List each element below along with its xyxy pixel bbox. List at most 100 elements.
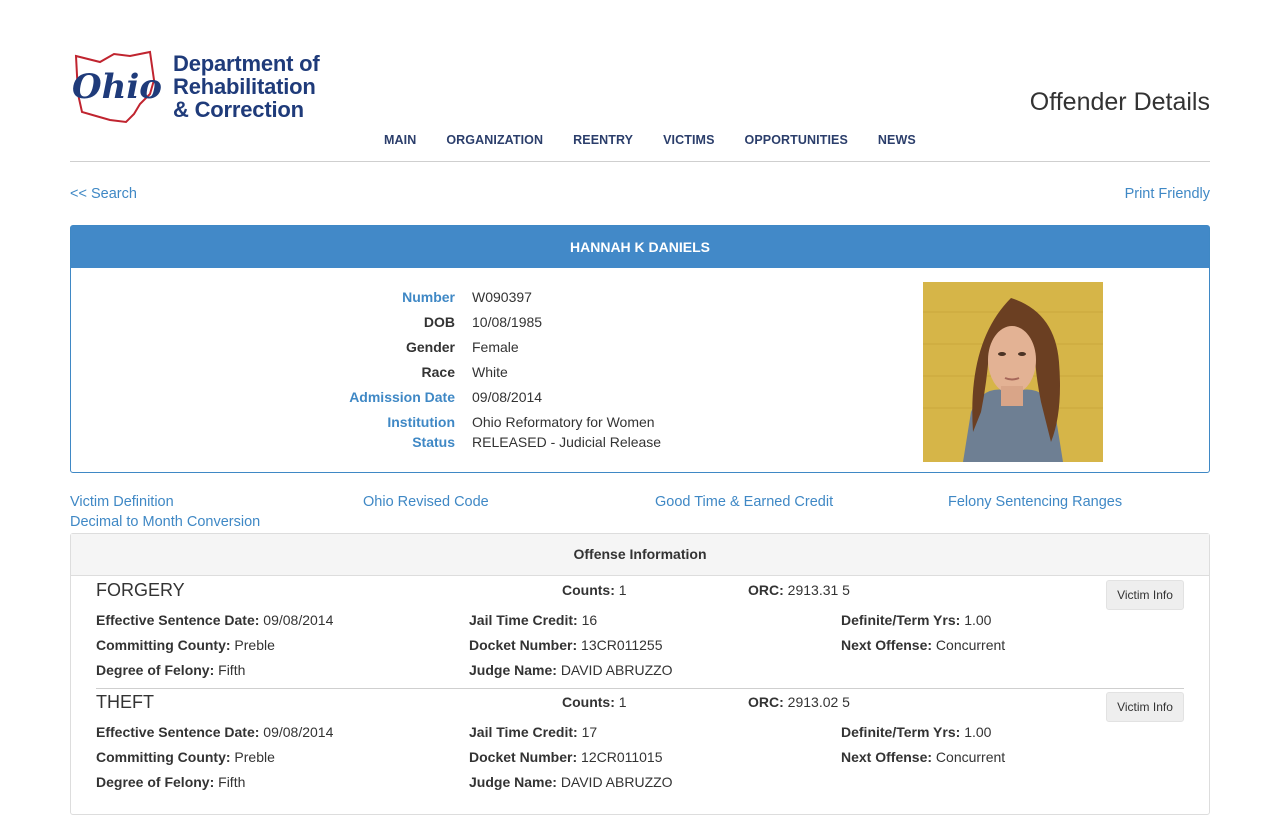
felony-sentencing-link[interactable]: Felony Sentencing Ranges	[948, 494, 1122, 510]
status-value: RELEASED - Judicial Release	[472, 434, 662, 450]
admission-date-label[interactable]: Admission Date	[255, 389, 455, 405]
institution-value: Ohio Reformatory for Women	[472, 414, 655, 430]
offense-divider	[96, 688, 1184, 689]
nav-reentry[interactable]: REENTRY	[573, 133, 633, 147]
next-offense-field: Next Offense: Concurrent	[841, 749, 1005, 765]
main-nav: MAIN ORGANIZATION REENTRY VICTIMS OPPORT…	[384, 133, 916, 147]
ohio-state-outline-icon: Ohio	[72, 50, 162, 124]
effective-date-label: Effective Sentence Date:	[96, 612, 260, 628]
offense-name: THEFT	[96, 692, 154, 712]
effective-date-value: 09/08/2014	[263, 724, 334, 740]
definite-term-label: Definite/Term Yrs:	[841, 612, 961, 628]
svg-text:Ohio: Ohio	[72, 67, 162, 107]
degree-field: Degree of Felony: Fifth	[96, 774, 245, 790]
docket-label: Docket Number:	[469, 749, 578, 765]
docket-field: Docket Number: 12CR011015	[469, 749, 663, 765]
gender-value: Female	[472, 339, 519, 355]
dob-label: DOB	[423, 314, 455, 330]
degree-label: Degree of Felony:	[96, 662, 215, 678]
offender-photo	[923, 282, 1103, 462]
logo-line-2: Rehabilitation	[173, 74, 316, 99]
counts-field: Counts: 1	[562, 582, 627, 598]
decimal-conversion-link[interactable]: Decimal to Month Conversion	[70, 514, 260, 530]
nav-opportunities[interactable]: OPPORTUNITIES	[745, 133, 848, 147]
logo-line-1: Department of	[173, 51, 320, 76]
next-offense-value: Concurrent	[935, 637, 1006, 653]
orc-value: 2913.31 5	[787, 582, 850, 598]
jail-credit-value: 17	[581, 724, 598, 740]
effective-date-value: 09/08/2014	[263, 612, 334, 628]
judge-label: Judge Name:	[469, 662, 557, 678]
logo-line-3: & Correction	[173, 97, 304, 122]
nav-main[interactable]: MAIN	[384, 133, 416, 147]
county-field: Committing County: Preble	[96, 637, 275, 653]
offense-name: FORGERY	[96, 580, 185, 600]
victim-info-button[interactable]: Victim Info	[1106, 692, 1184, 722]
next-offense-value: Concurrent	[935, 749, 1006, 765]
admission-date-value: 09/08/2014	[472, 389, 543, 405]
docket-label: Docket Number:	[469, 637, 578, 653]
judge-field: Judge Name: DAVID ABRUZZO	[469, 662, 673, 678]
judge-value: DAVID ABRUZZO	[560, 774, 673, 790]
offense-panel-title: Offense Information	[71, 534, 1209, 576]
counts-label: Counts:	[562, 694, 615, 710]
gender-label: Gender	[405, 339, 455, 355]
definite-term-value: 1.00	[964, 612, 992, 628]
orc-field: ORC: 2913.31 5	[748, 582, 850, 598]
orc-label: ORC:	[748, 694, 784, 710]
docket-value: 12CR011015	[581, 749, 663, 765]
nav-news[interactable]: NEWS	[878, 133, 916, 147]
judge-field: Judge Name: DAVID ABRUZZO	[469, 774, 673, 790]
county-label: Committing County:	[96, 749, 231, 765]
number-label[interactable]: Number	[255, 289, 455, 305]
degree-value: Fifth	[218, 662, 246, 678]
orc-label: ORC:	[748, 582, 784, 598]
logo-wordmark: Department of Rehabilitation & Correctio…	[173, 52, 320, 121]
next-offense-label: Next Offense:	[841, 637, 933, 653]
good-time-link[interactable]: Good Time & Earned Credit	[655, 494, 833, 510]
race-value: White	[472, 364, 508, 380]
effective-date-field: Effective Sentence Date: 09/08/2014	[96, 612, 333, 628]
nav-organization[interactable]: ORGANIZATION	[446, 133, 543, 147]
offender-card: HANNAH K DANIELS Number W090397 DOB 10/0…	[70, 225, 1210, 473]
orc-field: ORC: 2913.02 5	[748, 694, 850, 710]
offense-panel: Offense Information FORGERY Counts: 1 OR…	[70, 533, 1210, 815]
judge-label: Judge Name:	[469, 774, 557, 790]
effective-date-label: Effective Sentence Date:	[96, 724, 260, 740]
degree-field: Degree of Felony: Fifth	[96, 662, 245, 678]
counts-value: 1	[618, 582, 627, 598]
definite-term-value: 1.00	[964, 724, 992, 740]
effective-date-field: Effective Sentence Date: 09/08/2014	[96, 724, 333, 740]
jail-credit-field: Jail Time Credit: 16	[469, 612, 597, 628]
definite-term-field: Definite/Term Yrs: 1.00	[841, 612, 991, 628]
jail-credit-label: Jail Time Credit:	[469, 724, 578, 740]
number-value: W090397	[472, 289, 532, 305]
nav-victims[interactable]: VICTIMS	[663, 133, 714, 147]
degree-label: Degree of Felony:	[96, 774, 215, 790]
next-offense-field: Next Offense: Concurrent	[841, 637, 1005, 653]
victim-info-button[interactable]: Victim Info	[1106, 580, 1184, 610]
race-label: Race	[421, 364, 455, 380]
county-value: Preble	[234, 637, 275, 653]
back-to-search-link[interactable]: << Search	[70, 186, 137, 202]
definite-term-field: Definite/Term Yrs: 1.00	[841, 724, 991, 740]
page-title: Offender Details	[1029, 88, 1210, 116]
county-label: Committing County:	[96, 637, 231, 653]
jail-credit-label: Jail Time Credit:	[469, 612, 578, 628]
judge-value: DAVID ABRUZZO	[560, 662, 673, 678]
counts-value: 1	[618, 694, 627, 710]
docket-field: Docket Number: 13CR011255	[469, 637, 663, 653]
status-label[interactable]: Status	[255, 434, 455, 450]
victim-definition-link[interactable]: Victim Definition	[70, 494, 174, 510]
counts-field: Counts: 1	[562, 694, 627, 710]
jail-credit-field: Jail Time Credit: 17	[469, 724, 597, 740]
print-friendly-link[interactable]: Print Friendly	[1125, 186, 1210, 202]
ohio-revised-code-link[interactable]: Ohio Revised Code	[363, 494, 489, 510]
header-divider	[70, 161, 1210, 162]
counts-label: Counts:	[562, 582, 615, 598]
orc-value: 2913.02 5	[787, 694, 850, 710]
definite-term-label: Definite/Term Yrs:	[841, 724, 961, 740]
next-offense-label: Next Offense:	[841, 749, 933, 765]
institution-label[interactable]: Institution	[255, 414, 455, 430]
county-value: Preble	[234, 749, 275, 765]
